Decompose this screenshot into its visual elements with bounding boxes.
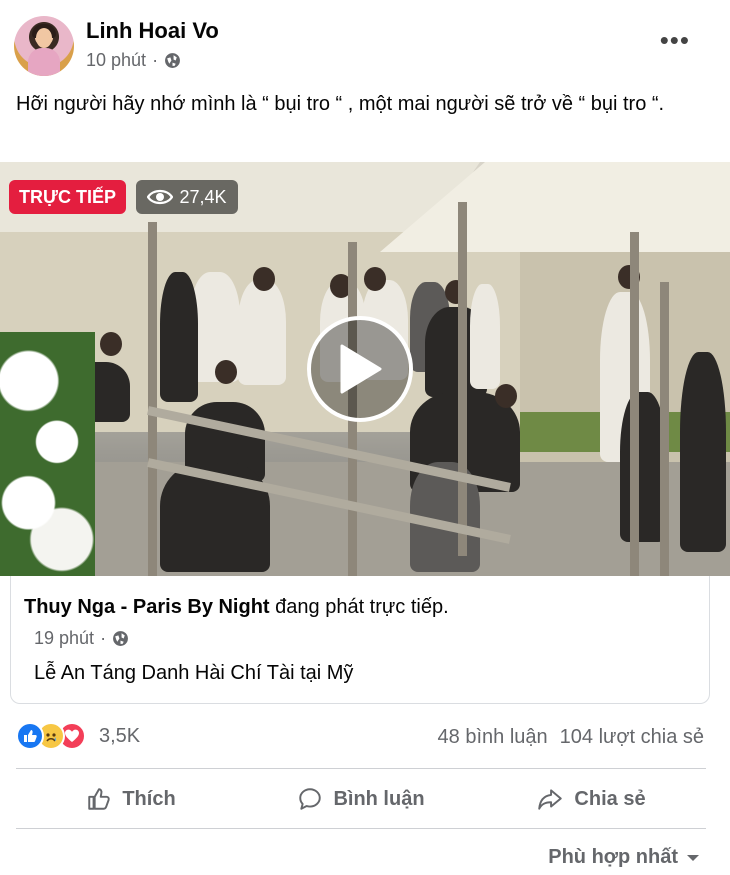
video-scene-head xyxy=(215,360,237,384)
avatar[interactable] xyxy=(14,16,74,76)
share-count[interactable]: 104 lượt chia sẻ xyxy=(560,726,704,749)
video-scene-person xyxy=(160,272,198,402)
comment-icon xyxy=(299,788,322,810)
video-scene-head xyxy=(253,267,275,291)
video-scene-person xyxy=(470,284,500,389)
video-scene-flowers xyxy=(0,332,95,576)
post-meta: 10 phút · xyxy=(86,50,181,71)
video-scene-head xyxy=(364,267,386,291)
play-button[interactable] xyxy=(307,316,413,422)
post-caption: Hỡi người hãy nhớ mình là “ bụi tro “ , … xyxy=(16,93,665,115)
shared-title: Lễ An Táng Danh Hài Chí Tài tại Mỹ xyxy=(34,662,354,684)
video-scene-pole xyxy=(458,202,467,556)
comment-button[interactable]: Bình luận xyxy=(246,770,476,828)
live-badge: TRỰC TIẾP xyxy=(9,180,126,214)
reactions-summary[interactable]: 3,5K xyxy=(16,722,140,750)
eye-icon xyxy=(147,189,174,205)
action-bar: Thích Bình luận Chia sẻ xyxy=(16,770,706,828)
globe-icon xyxy=(165,53,180,68)
comment-count[interactable]: 48 bình luận xyxy=(438,726,548,749)
video-scene-person xyxy=(238,280,286,385)
shared-status: đang phát trực tiếp. xyxy=(269,596,449,618)
post-stats: 48 bình luận 104 lượt chia sẻ xyxy=(438,726,704,749)
video-scene-pole xyxy=(660,282,669,576)
divider xyxy=(16,768,706,769)
post-header: Linh Hoai Vo 10 phút · ••• xyxy=(0,0,730,85)
shared-separator: · xyxy=(100,628,107,648)
like-reaction-icon xyxy=(16,722,44,750)
shared-page-name[interactable]: Thuy Nga - Paris By Night xyxy=(24,596,270,618)
shared-meta: 19 phút · xyxy=(34,628,129,649)
like-label: Thích xyxy=(122,787,176,810)
meta-separator: · xyxy=(152,50,159,70)
video-scene-head xyxy=(495,384,517,408)
video-scene-pole xyxy=(148,222,157,576)
video-scene-pole xyxy=(630,232,639,576)
like-button[interactable]: Thích xyxy=(16,770,246,828)
divider xyxy=(16,828,706,829)
reaction-count: 3,5K xyxy=(99,724,141,747)
author-name[interactable]: Linh Hoai Vo xyxy=(86,18,219,44)
more-icon[interactable]: ••• xyxy=(660,27,690,53)
share-button[interactable]: Chia sẻ xyxy=(476,770,706,828)
video-scene-person xyxy=(680,352,726,552)
comment-sort-dropdown[interactable]: Phù hợp nhất xyxy=(548,846,700,869)
shared-page-line: Thuy Nga - Paris By Night đang phát trực… xyxy=(24,596,449,619)
post-time[interactable]: 10 phút xyxy=(86,50,146,71)
viewer-count: 27,4K xyxy=(136,180,238,214)
sort-label: Phù hợp nhất xyxy=(548,846,678,868)
viewer-count-value: 27,4K xyxy=(179,186,227,207)
video-scene-head xyxy=(100,332,122,356)
shared-time[interactable]: 19 phút xyxy=(34,628,94,649)
caret-down-icon xyxy=(687,854,699,861)
play-icon xyxy=(340,344,382,394)
share-label: Chia sẻ xyxy=(574,787,646,810)
share-icon xyxy=(538,789,563,810)
globe-icon xyxy=(113,631,128,646)
comment-label: Bình luận xyxy=(333,787,425,810)
thumbs-up-icon xyxy=(88,788,111,810)
